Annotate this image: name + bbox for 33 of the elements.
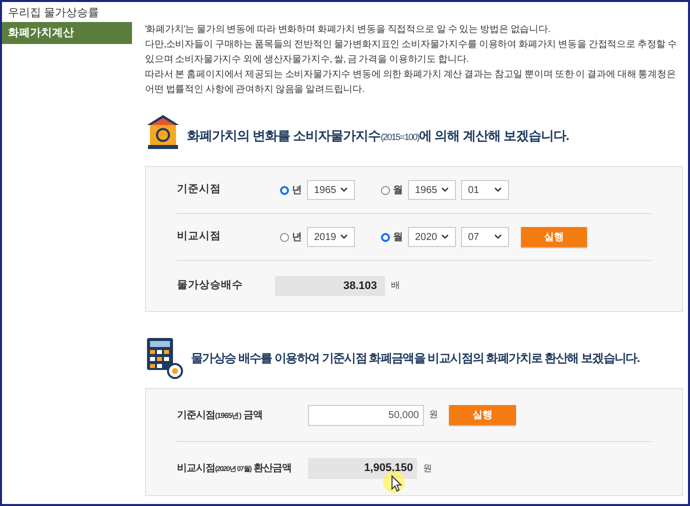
row-label: 물가상승배수 [177, 278, 244, 294]
dropdown[interactable]: 01 [461, 180, 509, 200]
sidebar-item[interactable]: 화폐가치계산 [2, 22, 132, 44]
chevron-icon [494, 234, 502, 240]
dropdown[interactable]: 1965 [307, 180, 355, 200]
chevron-icon [441, 187, 449, 193]
dropdown[interactable]: 2019 [307, 227, 355, 247]
section-title: 물가상승 배수를 이용하여 기준시점 화폐금액을 비교시점의 화폐가치로 환산해 보겠습니다. [191, 350, 640, 367]
radio-button[interactable]: 월 [381, 230, 403, 244]
sidebar-item[interactable]: 우리집 물가상승률 [2, 4, 132, 22]
radio-button[interactable]: 년 [280, 182, 302, 198]
row-label: 기준시점 [177, 182, 222, 198]
result-value: 38.103 [275, 276, 385, 296]
dropdown[interactable]: 1965 [408, 180, 456, 200]
chevron-icon [340, 187, 348, 193]
chevron-icon [494, 187, 502, 193]
row-label: 비교시점 [177, 229, 222, 244]
unit-label: 배 [391, 279, 400, 292]
unit-label: 원 [423, 462, 432, 475]
radio-button[interactable]: 월 [381, 182, 403, 198]
section-title: 화폐가치의 변화를 소비자물가지수(2015=100)에 의해 계산해 보겠습니다. [187, 127, 569, 146]
chevron-icon [441, 234, 449, 240]
amount-field[interactable]: 50,000 [308, 404, 424, 426]
radio-button[interactable]: 년 [280, 230, 302, 244]
dropdown[interactable]: 07 [461, 227, 509, 247]
unit-label: 원 [429, 408, 438, 422]
dropdown[interactable]: 2020 [408, 227, 456, 247]
intro-paragraph: 따라서 본 홈페이지에서 제공되는 소비자물가지수 변동에 의한 화폐가치 계산 결과는 참고일 뿐이며 또한 이 결과에 대해 통계청은 어떤 법률적인 사항에 관여하지 않음을 알려드립니다. [145, 68, 677, 97]
result-value: 1,905,150 [308, 458, 417, 479]
intro-paragraph: '화폐가치'는 물가의 변동에 따라 변화하며 화폐가치 변동을 직접적으로 알 수 있는 방법은 없습니다. [145, 23, 551, 37]
calculator-icon [145, 336, 185, 380]
chevron-icon [340, 234, 348, 240]
intro-paragraph: 다만,소비자들이 구매하는 품목들의 전반적인 물가변화지표인 소비자물가지수를 이용하여 화폐가치 변동을 간접적으로 추정할 수 있으며 소비자물가지수 외에 생산자물가지수, 쌀, 금 가격을 이용하기도 합니다. [145, 38, 678, 67]
